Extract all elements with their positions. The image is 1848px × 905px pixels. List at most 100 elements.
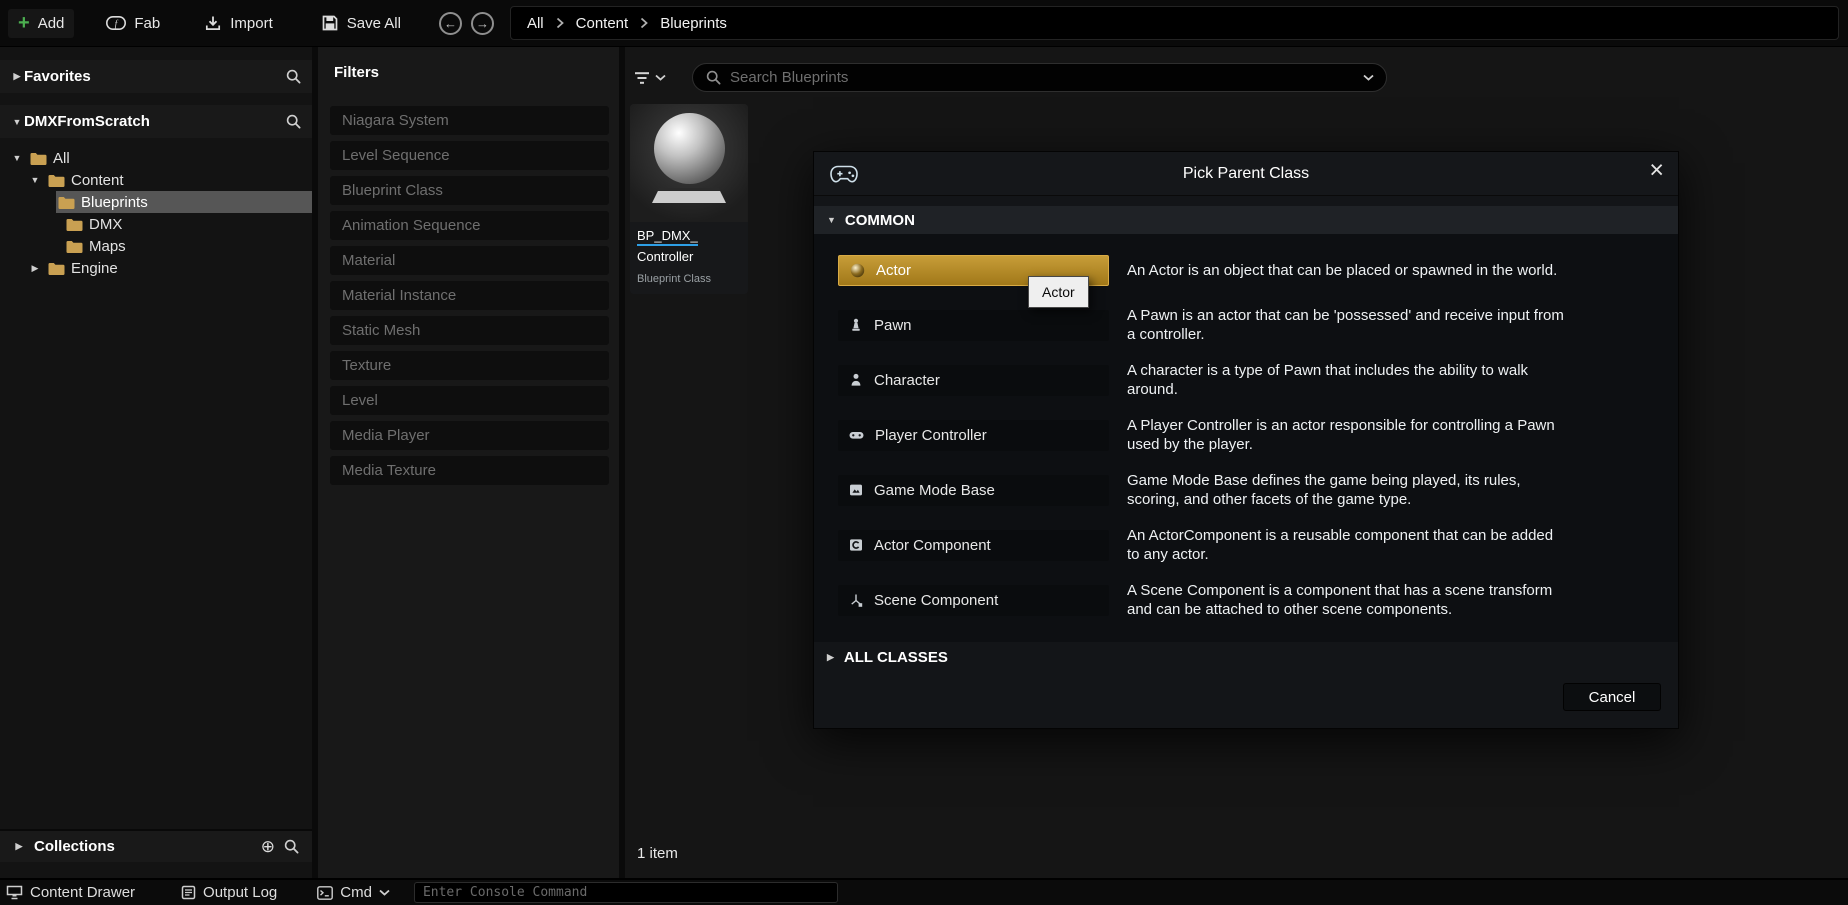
- asset-label-area: BP_DMX_ Controller Blueprint Class: [630, 222, 748, 294]
- class-description: A Player Controller is an actor responsi…: [1127, 416, 1567, 454]
- class-label: Actor: [876, 262, 911, 279]
- chevron-down-icon: [655, 74, 666, 81]
- project-section[interactable]: ▼ DMXFromScratch: [0, 105, 312, 138]
- class-label: Scene Component: [874, 592, 998, 609]
- filter-item[interactable]: Media Texture: [330, 456, 609, 485]
- add-collection-icon[interactable]: ⊕: [261, 837, 275, 857]
- class-button-game-mode-base[interactable]: Game Mode Base: [838, 475, 1109, 506]
- dialog-title: Pick Parent Class: [814, 165, 1678, 183]
- svg-text:f: f: [115, 18, 119, 28]
- tree-item-engine[interactable]: ▶ Engine: [0, 257, 312, 279]
- save-all-button[interactable]: Save All: [311, 8, 411, 38]
- breadcrumb-all[interactable]: All: [527, 15, 544, 32]
- class-row: Scene Component A Scene Component is a c…: [838, 581, 1678, 619]
- filter-item[interactable]: Animation Sequence: [330, 211, 609, 240]
- class-button-pawn[interactable]: Pawn: [838, 310, 1109, 341]
- console-command-box: [414, 882, 838, 903]
- breadcrumb-content[interactable]: Content: [576, 15, 629, 32]
- search-icon[interactable]: [285, 68, 302, 85]
- cancel-button[interactable]: Cancel: [1563, 683, 1661, 711]
- class-row: Game Mode Base Game Mode Base defines th…: [838, 471, 1678, 509]
- tree-item-all[interactable]: ▼ All: [0, 147, 312, 169]
- plus-icon: +: [18, 15, 30, 31]
- class-button-player-controller[interactable]: Player Controller: [838, 420, 1109, 451]
- triangle-down-icon[interactable]: ▼: [10, 153, 24, 163]
- breadcrumb-blueprints[interactable]: Blueprints: [660, 15, 727, 32]
- content-drawer-button[interactable]: Content Drawer: [6, 884, 135, 901]
- favorites-label: Favorites: [24, 68, 91, 85]
- import-button-label: Import: [230, 15, 273, 32]
- game-mode-icon: [848, 482, 864, 498]
- tree-item-label: All: [53, 150, 70, 167]
- add-button[interactable]: + Add: [8, 9, 74, 38]
- import-button[interactable]: Import: [194, 8, 283, 38]
- gamepad-icon: [829, 161, 859, 187]
- fab-button-label: Fab: [134, 15, 160, 32]
- filter-item[interactable]: Level: [330, 386, 609, 415]
- triangle-right-icon[interactable]: ▶: [10, 71, 24, 82]
- sources-sidebar: ▶ Favorites ▼ DMXFromScratch ▼ All ▼: [0, 47, 312, 878]
- console-command-input[interactable]: [423, 885, 829, 900]
- filter-item[interactable]: Static Mesh: [330, 316, 609, 345]
- class-button-actor-component[interactable]: Actor Component: [838, 530, 1109, 561]
- chevron-down-icon: [379, 889, 390, 896]
- actor-component-icon: [848, 537, 864, 553]
- common-section-label: COMMON: [845, 212, 915, 229]
- triangle-down-icon[interactable]: ▼: [10, 117, 24, 127]
- triangle-right-icon: ▶: [827, 652, 834, 663]
- filter-dropdown-button[interactable]: [633, 71, 681, 85]
- tree-item-content[interactable]: ▼ Content: [0, 169, 312, 191]
- collections-label: Collections: [34, 838, 115, 855]
- item-count: 1 item: [637, 845, 678, 862]
- add-button-label: Add: [38, 15, 65, 32]
- search-icon[interactable]: [285, 113, 302, 130]
- sphere-thumbnail: [654, 113, 725, 184]
- asset-tile-bp-dmx-controller[interactable]: BP_DMX_ Controller Blueprint Class: [630, 104, 748, 294]
- output-log-label: Output Log: [203, 884, 277, 901]
- filter-item[interactable]: Level Sequence: [330, 141, 609, 170]
- back-button[interactable]: ←: [439, 12, 462, 35]
- tree-item-blueprints-selected[interactable]: Blueprints: [0, 191, 312, 213]
- filter-item[interactable]: Media Player: [330, 421, 609, 450]
- tree-item-maps[interactable]: Maps: [0, 235, 312, 257]
- fab-button[interactable]: f Fab: [96, 9, 170, 38]
- output-log-button[interactable]: Output Log: [181, 884, 277, 901]
- search-input[interactable]: [730, 69, 1355, 86]
- output-log-icon: [181, 885, 196, 900]
- filter-item[interactable]: Niagara System: [330, 106, 609, 135]
- triangle-right-icon[interactable]: ▶: [12, 841, 26, 852]
- project-label: DMXFromScratch: [24, 113, 150, 130]
- filter-item[interactable]: Texture: [330, 351, 609, 380]
- scene-component-icon: [848, 592, 864, 608]
- triangle-down-icon[interactable]: ▼: [28, 175, 42, 185]
- class-description: An ActorComponent is a reusable componen…: [1127, 526, 1567, 564]
- folder-icon: [66, 218, 83, 231]
- common-section-header[interactable]: ▼ COMMON: [814, 206, 1678, 234]
- unreal-editor-window: + Add f Fab Import Save All ← → All: [0, 0, 1848, 905]
- triangle-right-icon[interactable]: ▶: [28, 263, 42, 274]
- triangle-down-icon: ▼: [827, 215, 836, 225]
- search-icon[interactable]: [283, 838, 300, 855]
- class-row: Actor Component An ActorComponent is a r…: [838, 526, 1678, 564]
- collections-section[interactable]: ▶ Collections ⊕: [0, 829, 312, 862]
- class-button-scene-component[interactable]: Scene Component: [838, 585, 1109, 616]
- close-icon[interactable]: ×: [1649, 158, 1664, 183]
- tree-item-label: Engine: [71, 260, 118, 277]
- all-classes-section-header[interactable]: ▶ ALL CLASSES: [814, 642, 1678, 672]
- favorites-section[interactable]: ▶ Favorites: [0, 60, 312, 93]
- forward-button[interactable]: →: [471, 12, 494, 35]
- cmd-label: Cmd: [340, 884, 372, 901]
- asset-name-line1[interactable]: BP_DMX_: [637, 228, 698, 246]
- all-classes-label: ALL CLASSES: [844, 649, 948, 666]
- tree-item-dmx[interactable]: DMX: [0, 213, 312, 235]
- class-label: Character: [874, 372, 940, 389]
- cmd-button[interactable]: Cmd: [317, 884, 390, 901]
- filter-item[interactable]: Blueprint Class: [330, 176, 609, 205]
- class-button-character[interactable]: Character: [838, 365, 1109, 396]
- folder-icon: [58, 196, 75, 209]
- common-classes-list: Actor An Actor is an object that can be …: [814, 234, 1678, 642]
- filter-item[interactable]: Material Instance: [330, 281, 609, 310]
- chevron-down-icon[interactable]: [1363, 74, 1374, 81]
- class-description: A Scene Component is a component that ha…: [1127, 581, 1567, 619]
- filter-item[interactable]: Material: [330, 246, 609, 275]
